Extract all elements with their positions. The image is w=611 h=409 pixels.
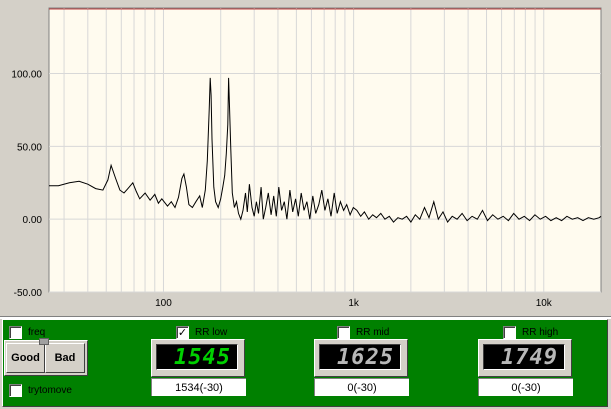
- spectrum-chart: 100.00 50.00 0.00 -50.00 100 1k 10k: [11, 7, 602, 309]
- rr-high-label: RR high: [522, 326, 559, 338]
- trytomove-label: trytomove: [28, 384, 72, 396]
- y-tick-label: 0.00: [23, 215, 43, 226]
- control-panel: freq ✓ RR low RR mid RR high Good Bad tr…: [2, 319, 608, 407]
- rr-low-display-frame: 1545: [151, 339, 245, 377]
- toggle-handle[interactable]: [39, 338, 49, 345]
- rr-low-label: RR low: [195, 326, 228, 338]
- freq-checkbox-group[interactable]: freq: [9, 325, 45, 339]
- rr-high-readout: 0(-30): [478, 378, 573, 396]
- plot-background: [48, 7, 602, 293]
- rr-low-readout: 1534(-30): [151, 378, 246, 396]
- good-bad-toggle[interactable]: Good Bad: [4, 338, 88, 376]
- rr-mid-label: RR mid: [356, 326, 390, 338]
- freq-label: freq: [28, 326, 46, 338]
- rr-mid-display-frame: 1625: [314, 339, 408, 377]
- y-tick-label: 100.00: [11, 70, 42, 81]
- rr-low-checkbox[interactable]: ✓: [176, 325, 189, 339]
- rr-high-display: 1749: [483, 344, 565, 370]
- y-tick-label: 50.00: [17, 142, 42, 153]
- good-button[interactable]: Good: [6, 343, 45, 373]
- trytomove-checkbox[interactable]: [9, 383, 22, 397]
- rr-low-display: 1545: [156, 344, 238, 370]
- rr-mid-readout: 0(-30): [314, 378, 409, 396]
- x-tick-label: 1k: [348, 298, 360, 309]
- rr-mid-display: 1625: [319, 344, 401, 370]
- x-tick-label: 100: [155, 298, 172, 309]
- rr-high-display-frame: 1749: [478, 339, 572, 377]
- rr-high-checkbox[interactable]: [503, 325, 516, 339]
- rr-mid-checkbox[interactable]: [337, 325, 350, 339]
- x-tick-label: 10k: [536, 298, 553, 309]
- spectrum-plot: 100.00 50.00 0.00 -50.00 100 1k 10k: [0, 0, 611, 316]
- trytomove-checkbox-group[interactable]: trytomove: [9, 383, 72, 397]
- bad-button[interactable]: Bad: [45, 343, 85, 373]
- freq-checkbox[interactable]: [9, 325, 22, 339]
- rr-low-checkbox-group[interactable]: ✓ RR low: [176, 325, 227, 339]
- y-tick-label: -50.00: [14, 288, 43, 299]
- rr-high-checkbox-group[interactable]: RR high: [503, 325, 558, 339]
- rr-mid-checkbox-group[interactable]: RR mid: [337, 325, 389, 339]
